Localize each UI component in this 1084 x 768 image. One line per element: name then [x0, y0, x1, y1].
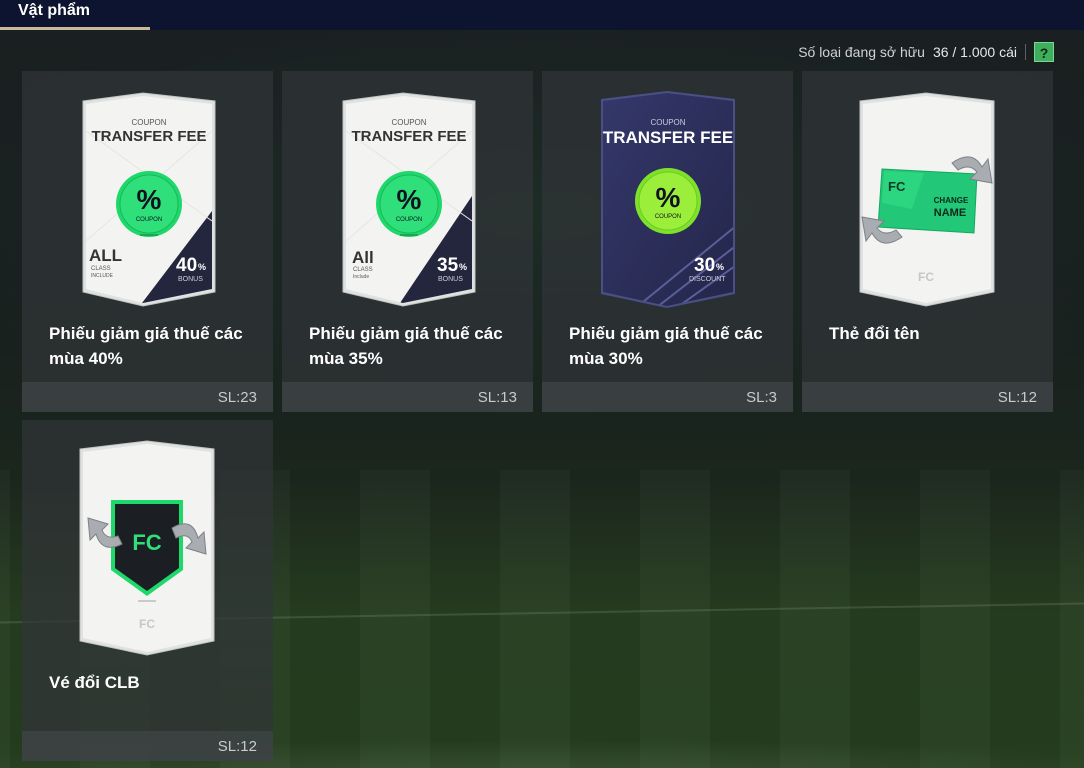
coupon-card-35-image: COUPON TRANSFER FEE % COUPON All CLASS I…	[342, 92, 476, 307]
item-card[interactable]: FC FC Vé đổi CLB SL:12	[22, 420, 273, 761]
quantity-bar: SL:13	[282, 382, 533, 412]
card-title: TRANSFER FEE	[603, 128, 733, 147]
card-class-big: All	[352, 248, 374, 267]
item-name: Vé đổi CLB	[49, 673, 140, 692]
help-button[interactable]: ?	[1034, 42, 1054, 62]
club-ticket-card-image: FC FC	[79, 440, 215, 656]
quantity-bar: SL:23	[22, 382, 273, 412]
top-nav-bar: Vật phẩm	[0, 0, 1084, 30]
inventory-count-value: 36 / 1.000 cái	[932, 44, 1017, 60]
tab-items[interactable]: Vật phẩm	[0, 0, 150, 30]
item-card[interactable]: FC CHANGE NAME FC Thẻ đổi tên SL:12	[802, 71, 1053, 412]
card-class-big: ALL	[89, 246, 122, 265]
card-percent-label: BONUS	[438, 276, 463, 283]
item-quantity: SL:3	[746, 389, 777, 406]
quantity-bar: SL:12	[22, 731, 273, 761]
fc-logo-icon: FC	[918, 270, 934, 284]
svg-text:%: %	[397, 184, 422, 215]
item-name: Phiếu giảm giá thuế các mùa 30%	[569, 324, 763, 368]
card-percent-unit: %	[459, 262, 467, 272]
inventory-count-row: Số loại đang sở hữu 36 / 1.000 cái ?	[798, 41, 1054, 63]
svg-text:%: %	[137, 184, 162, 215]
coupon-badge-icon: % COUPON	[116, 171, 182, 237]
svg-text:COUPON: COUPON	[396, 217, 422, 223]
fc-logo-icon: FC	[888, 179, 906, 194]
card-percent-label: BONUS	[178, 276, 203, 283]
svg-text:CHANGE: CHANGE	[934, 196, 969, 205]
change-name-card-image: FC CHANGE NAME FC	[859, 92, 995, 307]
item-quantity: SL:13	[477, 389, 517, 406]
item-card[interactable]: COUPON TRANSFER FEE % COUPON 30 % DISCOU…	[542, 71, 793, 412]
svg-text:COUPON: COUPON	[136, 217, 162, 223]
item-name: Thẻ đổi tên	[829, 324, 920, 343]
quantity-bar: SL:3	[542, 382, 793, 412]
item-card[interactable]: COUPON TRANSFER FEE % COUPON ALL CLASS I…	[22, 71, 273, 412]
coupon-badge-icon: % COUPON	[635, 168, 701, 234]
change-name-ticket-icon: FC CHANGE NAME	[877, 168, 978, 234]
svg-text:COUPON: COUPON	[655, 214, 681, 220]
divider	[1025, 44, 1026, 60]
card-class-small: CLASS	[91, 266, 111, 272]
svg-text:%: %	[656, 182, 681, 213]
card-coupon-label: COUPON	[650, 118, 685, 127]
card-class-small-2: Include	[353, 274, 369, 280]
quantity-bar: SL:12	[802, 382, 1053, 412]
card-class-small: CLASS	[353, 267, 373, 273]
card-coupon-label: COUPON	[131, 118, 166, 127]
item-name: Phiếu giảm giá thuế các mùa 40%	[49, 324, 243, 368]
card-title: TRANSFER FEE	[351, 128, 466, 145]
card-percent: 35	[437, 255, 459, 276]
card-percent-label: DISCOUNT	[689, 276, 726, 283]
inventory-count-label: Số loại đang sở hữu	[798, 44, 925, 60]
card-title: TRANSFER FEE	[91, 128, 206, 145]
card-percent: 30	[694, 255, 715, 276]
coupon-card-30-image: COUPON TRANSFER FEE % COUPON 30 % DISCOU…	[601, 91, 735, 308]
svg-text:FC: FC	[132, 530, 161, 555]
card-percent: 40	[176, 255, 197, 276]
card-class-small-2: INCLUDE	[91, 273, 114, 279]
item-quantity: SL:12	[997, 389, 1037, 406]
card-percent-unit: %	[716, 262, 724, 272]
item-quantity: SL:12	[217, 738, 257, 755]
svg-text:NAME: NAME	[934, 207, 966, 219]
coupon-card-40-image: COUPON TRANSFER FEE % COUPON ALL CLASS I…	[82, 92, 216, 307]
item-name: Phiếu giảm giá thuế các mùa 35%	[309, 324, 503, 368]
coupon-badge-icon: % COUPON	[376, 171, 442, 237]
item-card[interactable]: COUPON TRANSFER FEE % COUPON All CLASS I…	[282, 71, 533, 412]
item-quantity: SL:23	[217, 389, 257, 406]
card-coupon-label: COUPON	[391, 118, 426, 127]
card-percent-unit: %	[198, 262, 206, 272]
items-grid: COUPON TRANSFER FEE % COUPON ALL CLASS I…	[22, 71, 1053, 761]
fc-logo-icon: FC	[139, 617, 155, 631]
